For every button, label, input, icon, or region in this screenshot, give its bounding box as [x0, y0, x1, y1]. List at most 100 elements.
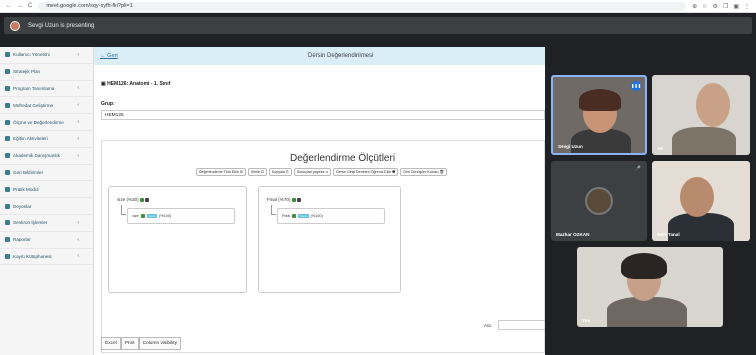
criterion-box-vize: vize (%30) vize Yayım (%100)	[108, 186, 247, 293]
person-silhouette	[672, 127, 736, 155]
curriculum-icon	[5, 102, 10, 108]
group-value: HEM125	[105, 112, 124, 118]
chevron-icon: ‹	[77, 219, 79, 226]
chevron-icon: ‹	[77, 135, 79, 142]
chevron-icon: ‹	[77, 51, 79, 58]
menu-icon[interactable]: ⋮	[744, 3, 750, 10]
nav-buttons[interactable]: ← → C	[0, 3, 38, 9]
criterion-label: Final (%70)	[267, 197, 302, 202]
assessment-icon	[5, 119, 10, 125]
program-icon	[5, 85, 10, 91]
sidebar-item-raporlar[interactable]: Raporlar ‹	[0, 232, 93, 249]
participant-name: You	[582, 318, 591, 323]
pencil-icon[interactable]	[297, 197, 302, 202]
sidebar-item-kutuphane[interactable]: Kayıtı Kütüphanesi ‹	[0, 249, 93, 266]
reload-icon[interactable]: C	[28, 3, 32, 9]
verile-button[interactable]: Verile ⊡	[247, 168, 267, 176]
sync-icon	[5, 220, 10, 226]
person-hair	[621, 253, 667, 279]
edit-icon[interactable]	[139, 197, 144, 202]
recycle-bin-button[interactable]: Geri Dönüşüm Kutusu 🗑	[400, 168, 448, 176]
extension-icon[interactable]: ⊕	[692, 3, 697, 10]
sidebar-item-program[interactable]: Program Tanımlama ‹	[0, 81, 93, 98]
report-icon	[5, 237, 10, 243]
feedback-icon	[5, 169, 10, 175]
url-text: meet.google.com/sqy-syfh-fki?pli=1	[46, 3, 133, 9]
forward-icon[interactable]: →	[17, 3, 23, 9]
publish-button[interactable]: Sonuçları yayınla ⋖	[293, 168, 332, 176]
avatar	[585, 187, 613, 215]
group-label: Grup:	[101, 101, 115, 107]
speaking-icon: ❚❚❚	[631, 81, 641, 91]
sidebar-item-duyuru[interactable]: Deyonlar	[0, 198, 93, 215]
address-bar[interactable]: meet.google.com/sqy-syfh-fki?pli=1	[38, 1, 687, 11]
back-link[interactable]: ← Geri	[100, 53, 118, 59]
pencil-icon[interactable]	[145, 197, 150, 202]
profile-icon[interactable]: ▣	[733, 3, 739, 10]
person-face	[680, 177, 714, 217]
criterion-box-final: Final (%70) Final Yayım (%100)	[258, 186, 401, 293]
mic-off-icon: 🎤	[634, 166, 641, 172]
pencil-icon[interactable]	[292, 214, 297, 218]
status-badge: Yayım	[298, 214, 309, 218]
participant-tile-mazhar[interactable]: 🎤 Mazhar OZKAN	[551, 161, 647, 241]
sidebar-item-olcme[interactable]: Ölçme ve Değerlendirme ‹	[0, 114, 93, 131]
pencil-icon[interactable]	[140, 214, 145, 218]
education-icon	[5, 136, 10, 142]
chevron-icon: ‹	[77, 102, 79, 109]
settings-icon[interactable]: ⚙	[713, 3, 718, 10]
excel-button[interactable]: Excel	[101, 337, 121, 350]
announcement-icon	[5, 203, 10, 209]
sidebar-item-mufredat[interactable]: Müfredat Geliştirme ‹	[0, 97, 93, 115]
back-icon[interactable]: ←	[6, 3, 12, 9]
participant-name: Mazhar OZKAN	[556, 232, 590, 237]
main-content: ← Geri Dersin Değerlendirilmesi ▣ HEM126…	[94, 47, 545, 355]
advisor-icon	[5, 153, 10, 159]
status-badge: Yayım	[146, 214, 158, 218]
participant-tile-ali[interactable]: Ali	[652, 75, 750, 155]
column-visibility-button[interactable]: Column visibility	[138, 337, 181, 350]
participant-tile-mert[interactable]: Mert Tanal	[652, 161, 750, 241]
participant-tile-you[interactable]: You	[577, 247, 723, 327]
search-input[interactable]	[498, 320, 545, 330]
sidebar-item-pratik[interactable]: Pratik Modul	[0, 181, 93, 199]
add-student-button[interactable]: Derse Girişi Deneten Öğrenci Ekle ⯃	[333, 168, 399, 176]
page-header: ← Geri Dersin Değerlendirilmesi	[94, 47, 545, 65]
edit-icon[interactable]	[291, 197, 296, 202]
tree-connector	[121, 205, 126, 215]
participant-name: Ali	[657, 146, 663, 151]
sidebar-item-kullanici[interactable]: Kullanıcı Yönetimi ‹	[0, 47, 93, 64]
participant-name: Sevgi Uzun	[558, 144, 583, 149]
print-button[interactable]: Print	[120, 337, 139, 350]
sidebar-item-akademik[interactable]: Akademik Danışmanlık ‹	[0, 148, 93, 165]
sub-criterion[interactable]: vize Yayım (%100)	[127, 208, 235, 224]
page-title: Dersin Değerlendirilmesi	[308, 53, 374, 59]
sidebar-item-egitim[interactable]: Eğitim Aktiviteleri ‹	[0, 131, 93, 148]
sidebar-item-geri-bildirim[interactable]: Geri Bildirimler	[0, 165, 93, 182]
group-select[interactable]: HEM125	[101, 110, 545, 120]
person-face	[696, 83, 730, 127]
browser-toolbar: ← → C meet.google.com/sqy-syfh-fki?pli=1…	[0, 0, 756, 13]
window-icon[interactable]: ❐	[723, 3, 728, 10]
chevron-icon: ‹	[77, 152, 79, 159]
library-icon	[5, 253, 10, 259]
presenting-text: Sevgi Uzun is presenting	[28, 22, 95, 29]
plan-icon	[5, 69, 10, 75]
sidebar: Kullanıcı Yönetimi ‹ Stratejik Plan Progr…	[0, 47, 94, 355]
participant-tile-sevgi[interactable]: ❚❚❚ Sevgi Uzun	[551, 75, 647, 155]
practice-icon	[5, 186, 10, 192]
sidebar-item-senkron[interactable]: Senkron İşlemler ‹	[0, 215, 93, 232]
sub-criterion[interactable]: Final Yayım (%100)	[277, 208, 385, 224]
bookmark-icon[interactable]: ☆	[702, 3, 707, 10]
chevron-icon: ‹	[77, 119, 79, 126]
copy-button[interactable]: Kopyala ⎘	[268, 168, 292, 176]
sidebar-item-stratejik[interactable]: Stratejik Plan	[0, 64, 93, 81]
add-type-button[interactable]: Değerlendirme Türü Ekle ⊞	[196, 168, 246, 176]
presenter-avatar	[10, 20, 20, 31]
chevron-icon: ‹	[77, 253, 79, 260]
chevron-icon: ‹	[77, 85, 79, 92]
course-title: ▣ HEM126: Anatomi - 1. Sınıf	[101, 81, 171, 87]
criterion-label: vize (%30)	[117, 197, 150, 202]
extensions: ⊕ ☆ ⚙ ❐ ▣ ⋮	[686, 3, 756, 10]
chevron-icon: ‹	[77, 236, 79, 243]
